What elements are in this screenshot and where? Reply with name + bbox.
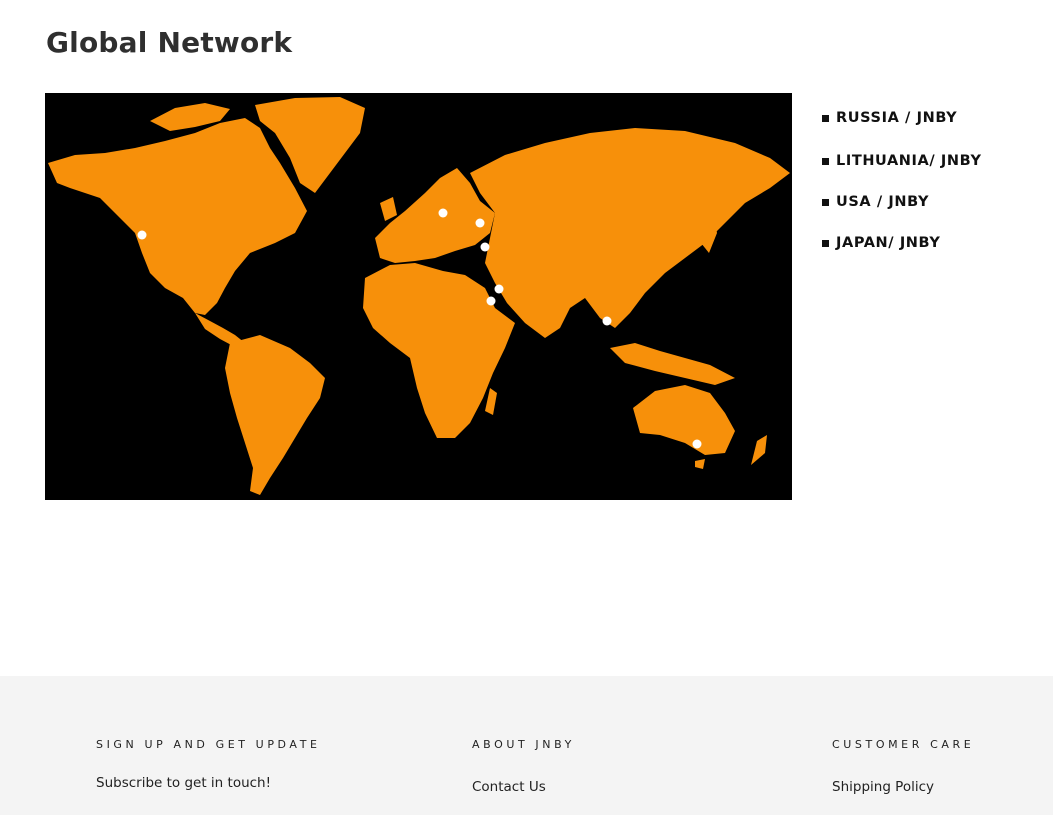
- footer-about-heading: ABOUT JNBY: [472, 738, 575, 751]
- world-map: [45, 93, 792, 500]
- location-label: JAPAN/ JNBY: [836, 235, 941, 251]
- footer-subscribe-text: Subscribe to get in touch!: [96, 775, 272, 791]
- footer-care-column: CUSTOMER CARE Shipping Policy: [832, 738, 974, 795]
- map-marker-middle-east-1: [494, 284, 504, 294]
- map-marker-caucasus: [480, 242, 490, 252]
- location-label: RUSSIA / JNBY: [836, 110, 958, 126]
- footer: SIGN UP AND GET UPDATE Subscribe to get …: [0, 676, 1053, 815]
- world-map-graphic: [45, 93, 792, 500]
- map-marker-southeast-asia: [602, 316, 612, 326]
- map-marker-russia: [475, 218, 485, 228]
- location-label: LITHUANIA/ JNBY: [836, 153, 982, 169]
- footer-care-heading: CUSTOMER CARE: [832, 738, 975, 751]
- square-bullet-icon: [822, 114, 829, 122]
- location-item: JAPAN/ JNBY: [822, 233, 982, 253]
- footer-about-column: ABOUT JNBY Contact Us: [472, 738, 575, 795]
- square-bullet-icon: [822, 239, 829, 247]
- square-bullet-icon: [822, 157, 829, 165]
- page-title: Global Network: [46, 26, 293, 59]
- square-bullet-icon: [822, 198, 829, 206]
- location-item: LITHUANIA/ JNBY: [822, 151, 982, 171]
- map-marker-usa: [137, 230, 147, 240]
- map-marker-middle-east-2: [486, 296, 496, 306]
- location-item: RUSSIA / JNBY: [822, 108, 982, 128]
- contact-us-link[interactable]: Contact Us: [472, 779, 575, 795]
- location-label: USA / JNBY: [836, 194, 930, 210]
- map-marker-europe: [438, 208, 448, 218]
- footer-signup-column: SIGN UP AND GET UPDATE Subscribe to get …: [96, 738, 321, 791]
- location-list: RUSSIA / JNBY LITHUANIA/ JNBY USA / JNBY…: [822, 108, 982, 253]
- shipping-policy-link[interactable]: Shipping Policy: [832, 779, 974, 795]
- location-item: USA / JNBY: [822, 192, 982, 212]
- map-marker-australia: [692, 439, 702, 449]
- footer-signup-heading: SIGN UP AND GET UPDATE: [96, 738, 321, 751]
